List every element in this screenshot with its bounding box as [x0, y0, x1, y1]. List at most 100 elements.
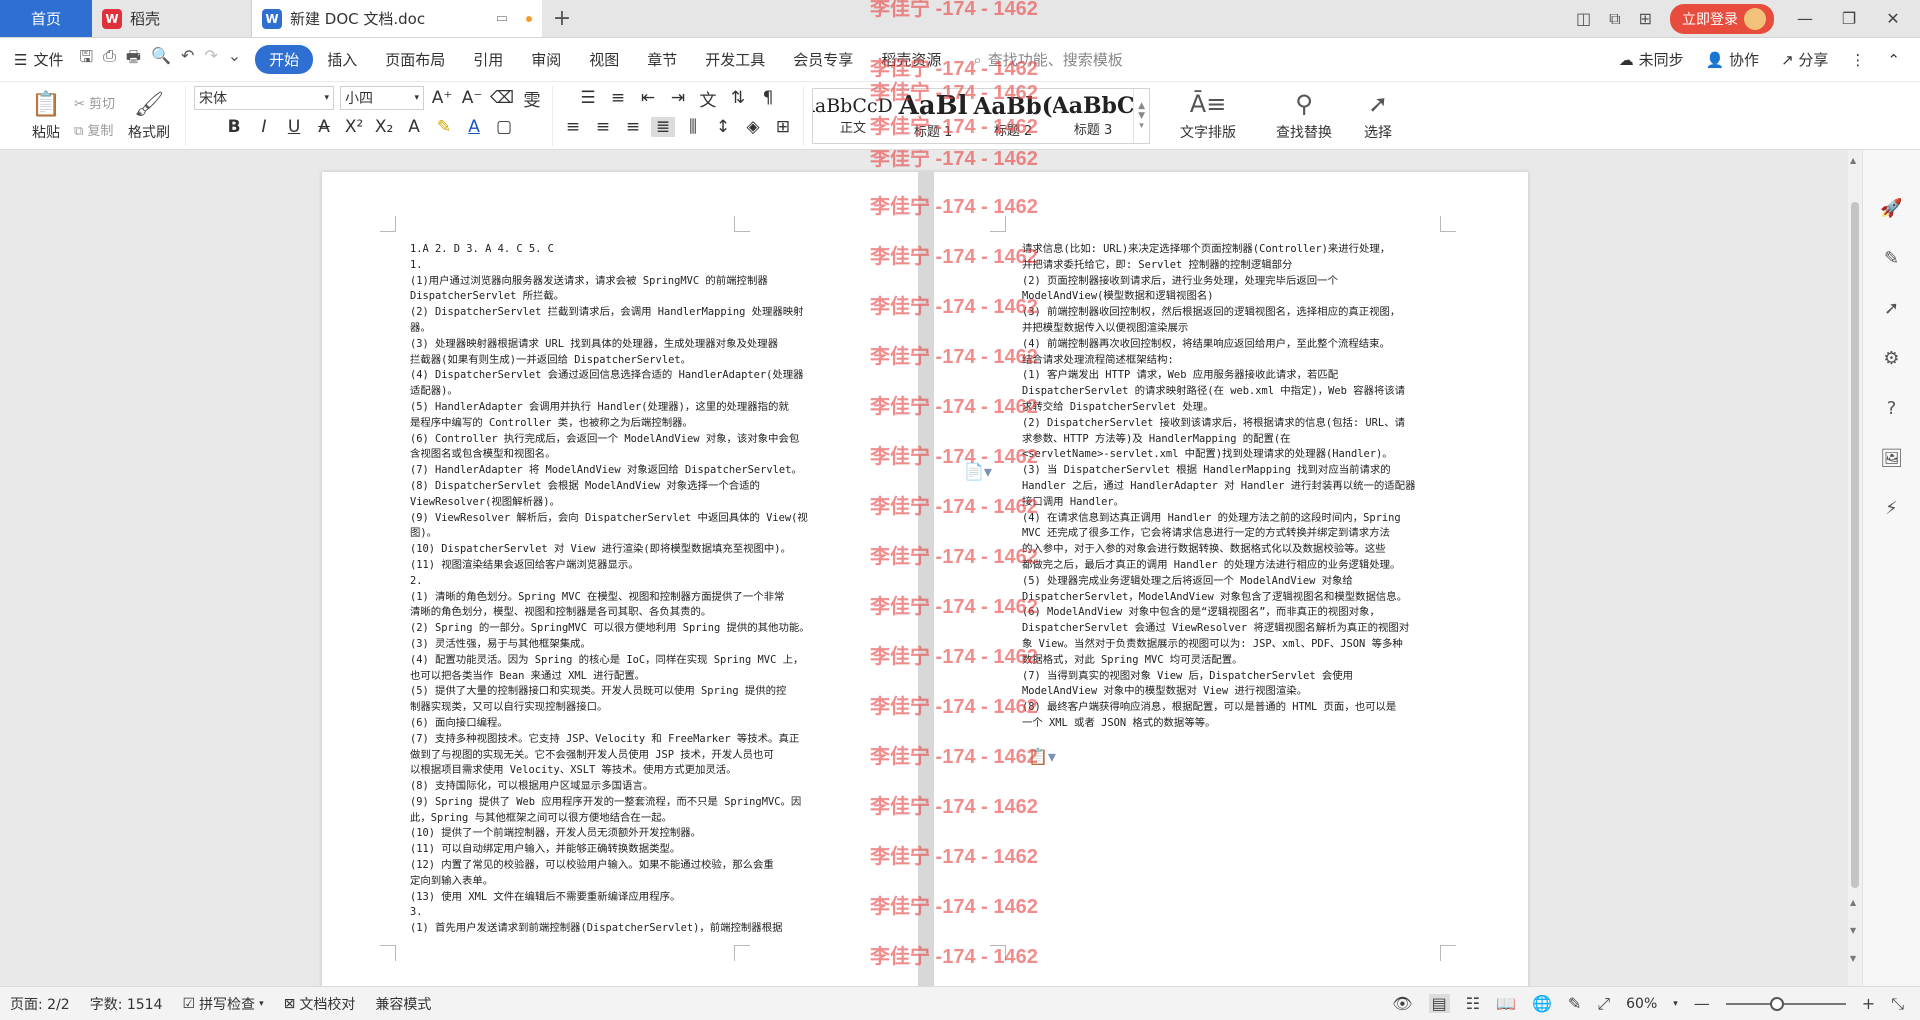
zoom-level[interactable]: 60%: [1626, 996, 1657, 1012]
menu-references[interactable]: 引用: [459, 45, 517, 74]
menu-insert[interactable]: 插入: [313, 45, 371, 74]
document-area[interactable]: 1.A 2. D 3. A 4. C 5. C 1. (1)用户通过浏览器向服务器发…: [0, 150, 1920, 986]
menu-view[interactable]: 视图: [575, 45, 633, 74]
menu-docer[interactable]: 稻壳资源: [867, 45, 955, 74]
apps-grid-icon[interactable]: ⊞: [1639, 9, 1652, 28]
more-options-icon[interactable]: ⋮: [1850, 51, 1865, 69]
file-menu[interactable]: ☰ 文件: [14, 49, 63, 70]
tab-document[interactable]: W 新建 DOC 文档.doc ▭: [252, 0, 542, 37]
image-tool-icon[interactable]: 🖼: [1880, 448, 1903, 469]
align-left-icon[interactable]: ≡: [561, 117, 585, 137]
font-name-select[interactable]: 宋体 ▾: [194, 86, 335, 110]
eye-protect-icon[interactable]: 👁: [1392, 994, 1412, 1013]
menu-member[interactable]: 会员专享: [779, 45, 867, 74]
font-color-icon[interactable]: A: [462, 117, 486, 137]
spell-check-button[interactable]: ☑ 拼写检查 ▾: [183, 994, 264, 1014]
paste-button[interactable]: 📋 粘贴: [18, 90, 74, 142]
zoom-in-icon[interactable]: +: [1862, 994, 1875, 1013]
document-page[interactable]: 1.A 2. D 3. A 4. C 5. C 1. (1)用户通过浏览器向服务器发…: [322, 172, 1528, 986]
share-button[interactable]: ↗ 分享: [1781, 49, 1828, 70]
zoom-out-icon[interactable]: —: [1694, 994, 1710, 1013]
outline-view-icon[interactable]: ☷: [1466, 994, 1480, 1013]
paste-clipboard-icon[interactable]: 📋▾: [1028, 747, 1056, 766]
vertical-scrollbar[interactable]: ▲ ▲ ▼ ▼: [1848, 150, 1862, 986]
qa-more-icon[interactable]: ⌄: [228, 46, 241, 73]
strikethrough-icon[interactable]: A: [312, 117, 336, 137]
export-pdf-icon[interactable]: ⎙: [103, 46, 116, 73]
bolt-icon[interactable]: ⚡: [1885, 498, 1898, 519]
tab-wps[interactable]: W 稻壳: [92, 0, 252, 37]
char-border-icon[interactable]: ▢: [492, 117, 516, 137]
font-size-select[interactable]: 小四 ▾: [340, 86, 425, 110]
web-view-icon[interactable]: 🌐: [1532, 994, 1552, 1013]
scroll-up-page-icon[interactable]: ▲: [1850, 898, 1856, 907]
line-spacing-icon[interactable]: ↕: [711, 117, 735, 137]
border-icon[interactable]: ⊞: [771, 117, 795, 137]
monitor-icon[interactable]: ▭: [496, 11, 508, 26]
redo-icon[interactable]: ↷: [204, 46, 217, 73]
clear-format-icon[interactable]: ⌫: [490, 88, 514, 108]
highlight-icon[interactable]: ✎: [432, 117, 456, 137]
pen-icon[interactable]: ✎: [1884, 248, 1899, 269]
superscript-icon[interactable]: X²: [342, 117, 366, 137]
style-heading-1[interactable]: AaBl 标题 1: [893, 89, 973, 143]
scroll-up-icon[interactable]: ▲: [1850, 156, 1856, 165]
shrink-font-icon[interactable]: A⁻: [460, 88, 484, 108]
zoom-slider[interactable]: [1725, 996, 1846, 1011]
pointer-icon[interactable]: ➚: [1884, 298, 1899, 319]
fullscreen-icon[interactable]: ⤡: [1891, 994, 1904, 1014]
menu-layout[interactable]: 页面布局: [371, 45, 459, 74]
shading-icon[interactable]: ◈: [741, 117, 765, 137]
zoom-slider-knob[interactable]: [1769, 996, 1784, 1011]
find-replace-button[interactable]: ⚲ 查找替换: [1264, 90, 1344, 142]
style-gallery-scroll[interactable]: ▲ ▼ ▾: [1133, 88, 1149, 143]
print-icon[interactable]: 🖶: [126, 46, 141, 73]
rocket-icon[interactable]: 🚀: [1880, 198, 1902, 219]
right-column[interactable]: 请求信息(比如: URL)来决定选择哪个页面控制器(Controller)来进行…: [1022, 242, 1442, 732]
text-effect-icon[interactable]: A: [402, 117, 426, 137]
close-window-button[interactable]: ✕: [1880, 9, 1906, 28]
tab-home[interactable]: 首页: [0, 0, 92, 37]
help-icon[interactable]: ?: [1887, 398, 1897, 419]
menu-developer[interactable]: 开发工具: [691, 45, 779, 74]
paragraph-mark-icon[interactable]: ¶: [756, 88, 780, 108]
multi-window-icon[interactable]: ⧉: [1609, 9, 1620, 29]
paste-options-icon[interactable]: 📄▾: [964, 462, 992, 481]
cut-button[interactable]: ✂ 剪切: [74, 93, 115, 112]
menu-review[interactable]: 审阅: [517, 45, 575, 74]
menu-section[interactable]: 章节: [633, 45, 691, 74]
page-indicator[interactable]: 页面: 2/2: [10, 994, 70, 1014]
save-icon[interactable]: 🖫: [79, 46, 93, 73]
decrease-indent-icon[interactable]: ⇤: [636, 88, 660, 108]
new-tab-button[interactable]: +: [542, 0, 582, 37]
italic-icon[interactable]: I: [252, 117, 276, 137]
restore-button[interactable]: ❐: [1836, 9, 1862, 28]
scroll-down-icon[interactable]: ▼: [1850, 926, 1856, 935]
left-column[interactable]: 1.A 2. D 3. A 4. C 5. C 1. (1)用户通过浏览器向服务器发…: [410, 242, 825, 937]
style-heading-3[interactable]: AaBbC 标题 3: [1053, 89, 1133, 143]
bold-icon[interactable]: B: [222, 117, 246, 137]
page-view-icon[interactable]: ▤: [1428, 994, 1450, 1013]
zoom-dropdown-icon[interactable]: ▾: [1673, 999, 1678, 1009]
adjust-icon[interactable]: ⚙: [1883, 348, 1899, 369]
fit-page-icon[interactable]: ⤢: [1597, 994, 1610, 1014]
numbered-list-icon[interactable]: ≡: [606, 88, 630, 108]
select-button[interactable]: ➚ 选择: [1350, 90, 1406, 142]
menu-home[interactable]: 开始: [255, 45, 314, 74]
align-center-icon[interactable]: ≡: [591, 117, 615, 137]
collab-button[interactable]: 👤 协作: [1706, 49, 1759, 70]
print-preview-icon[interactable]: 🔍: [151, 46, 171, 73]
distribute-icon[interactable]: ⫼: [681, 117, 705, 137]
increase-indent-icon[interactable]: ⇥: [666, 88, 690, 108]
style-heading-2[interactable]: AaBb(标题 2: [973, 89, 1053, 143]
text-layout-button[interactable]: Ā≡ 文字排版: [1168, 90, 1248, 142]
subscript-icon[interactable]: X₂: [372, 117, 396, 137]
undo-icon[interactable]: ↶: [181, 46, 194, 73]
chinese-layout-icon[interactable]: 文: [696, 86, 720, 111]
copy-button[interactable]: ⧉ 复制: [74, 120, 115, 139]
collapse-ribbon-icon[interactable]: ⌃: [1887, 51, 1900, 69]
proofread-button[interactable]: ⊠ 文档校对: [284, 994, 356, 1014]
scrollbar-thumb[interactable]: [1851, 202, 1859, 888]
layout-icon[interactable]: ◫: [1576, 9, 1591, 28]
sort-icon[interactable]: ⇅: [726, 88, 750, 108]
